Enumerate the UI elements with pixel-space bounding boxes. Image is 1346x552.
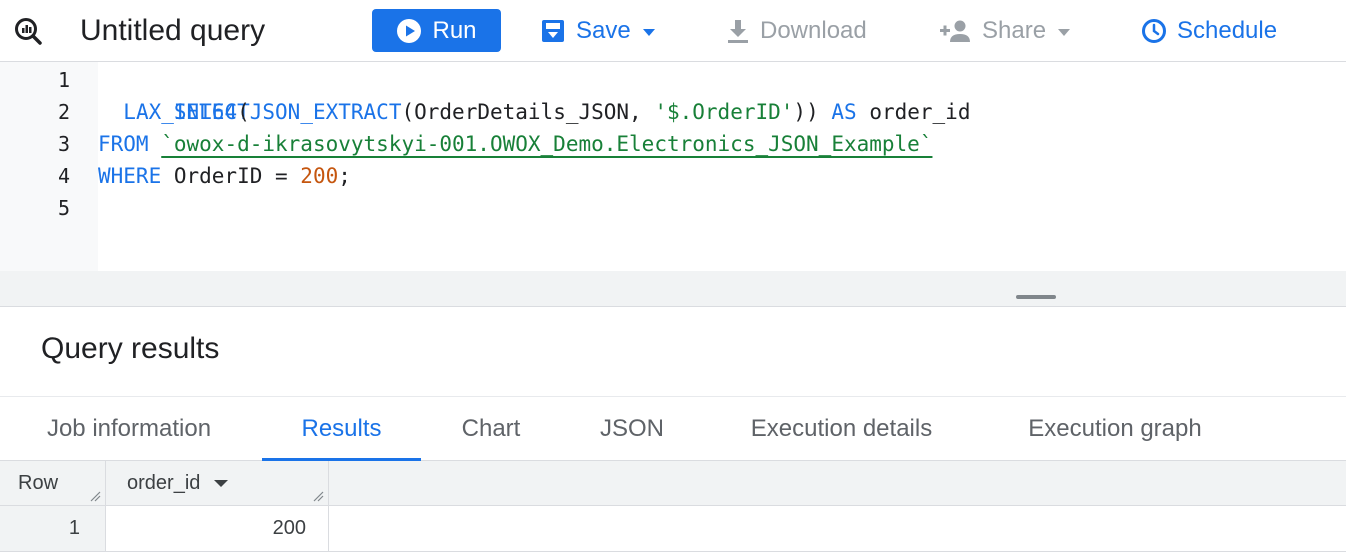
sql-keyword: WHERE [98,164,162,188]
query-title[interactable]: Untitled query [80,0,265,62]
resize-grip-icon[interactable] [89,490,101,502]
sql-string: '$.OrderID' [654,100,794,124]
table-header: Row order_id [0,461,1346,506]
sql-argument: OrderDetails_JSON, [414,100,655,124]
sql-keyword: FROM [98,132,149,156]
clock-icon [1142,19,1166,43]
tab-json[interactable]: JSON [561,397,703,461]
code-area[interactable]: SELECT LAX_INT64(JSON_EXTRACT(OrderDetai… [98,62,1346,271]
semicolon: ; [338,164,351,188]
sql-number: 200 [300,164,339,188]
table-reference[interactable]: `owox-d-ikrasovytskyi-001.OWOX_Demo.Elec… [161,132,932,156]
sql-editor[interactable]: 1 2 3 4 5 SELECT LAX_INT64(JSON_EXTRACT(… [0,62,1346,271]
sql-function: JSON_EXTRACT [249,100,402,124]
save-label: Save [576,17,631,44]
schedule-label: Schedule [1177,17,1278,44]
share-label: Share [982,17,1047,44]
column-header-label: order_id [127,472,201,494]
add-person-icon [940,20,970,42]
row-number: 1 [0,506,106,551]
tab-job-information[interactable]: Job information [0,397,258,461]
paren: ( [237,100,250,124]
line-number: 2 [57,100,70,124]
code-line-3: FROM `owox-d-ikrasovytskyi-001.OWOX_Demo… [98,128,932,160]
sql-condition: OrderID = [161,164,301,188]
save-icon [542,20,564,42]
query-toolbar: Untitled query Run Save Download Share S… [0,0,1346,62]
download-icon [728,20,748,43]
paren: ( [401,100,415,124]
drag-handle[interactable] [1016,295,1056,299]
code-line-1: SELECT [98,64,250,124]
table-row: 1 200 [0,506,1346,552]
download-button[interactable]: Download [726,0,867,62]
line-number: 5 [57,196,70,220]
line-number: 1 [57,68,70,92]
sql-function: LAX_INT64 [123,100,238,124]
share-button[interactable]: Share [940,0,1071,62]
panel-splitter [0,271,1346,307]
sql-alias: order_id [856,100,971,124]
run-label: Run [432,16,477,44]
code-line-2: LAX_INT64(JSON_EXTRACT(OrderDetails_JSON… [98,96,970,128]
run-button[interactable]: Run [372,9,501,52]
cell-order-id[interactable]: 200 [106,506,329,551]
download-label: Download [760,17,867,44]
play-icon [397,18,422,43]
results-tabs: Job information Results Chart JSON Execu… [0,396,1346,461]
chevron-down-icon [1058,28,1071,36]
tab-results[interactable]: Results [262,397,421,461]
code-line-4: WHERE OrderID = 200; [98,160,351,192]
column-header-row: Row [0,461,106,506]
chevron-down-icon[interactable] [214,480,229,487]
column-header-label: Row [18,472,59,494]
line-number: 3 [57,132,70,156]
line-number: 4 [57,164,70,188]
results-table: Row order_id 1 200 [0,461,1346,552]
tab-execution-details[interactable]: Execution details [703,397,980,461]
results-title: Query results [41,332,220,365]
query-icon [13,0,43,62]
resize-grip-icon[interactable] [312,490,324,502]
column-header-order-id[interactable]: order_id [106,461,329,506]
tab-execution-graph[interactable]: Execution graph [980,397,1250,461]
paren: )) [793,100,819,124]
tab-chart[interactable]: Chart [421,397,561,461]
sql-keyword: AS [831,100,857,124]
save-button[interactable]: Save [540,0,655,62]
schedule-button[interactable]: Schedule [1141,0,1277,62]
chevron-down-icon[interactable] [642,28,655,36]
